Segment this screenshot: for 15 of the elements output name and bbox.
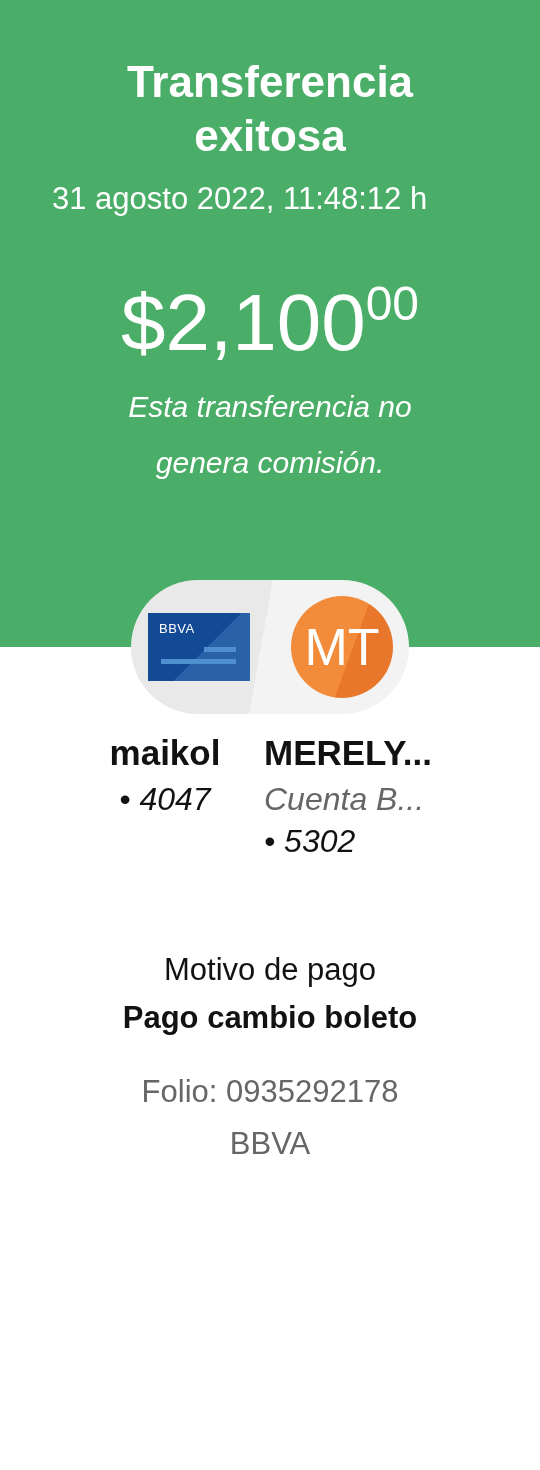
amount: $2,100$^{00}$ — [120, 276, 420, 369]
account-type: Cuenta B... — [264, 780, 425, 819]
sender-name: maikol — [109, 732, 221, 774]
recipient-account: • 5302 — [264, 822, 356, 861]
payment-reason: Pago cambio boleto — [122, 999, 418, 1037]
payment-reason-label: Motivo de pago — [164, 951, 376, 989]
avatar: MT — [291, 596, 393, 698]
commission-note: Esta transferencia no genera comisión. — [127, 389, 413, 481]
page-title: Transferencia exitosa — [125, 56, 415, 162]
recipient-name: MERELY... — [264, 732, 432, 774]
sender-account: • 4047 — [119, 780, 211, 819]
card-logo: BBVA — [159, 621, 195, 636]
transfer-date: 31 agosto 2022, 11:48:12 h — [52, 180, 429, 218]
folio: Folio: 0935292178 — [141, 1073, 399, 1111]
bank-name: BBVA — [229, 1125, 311, 1163]
